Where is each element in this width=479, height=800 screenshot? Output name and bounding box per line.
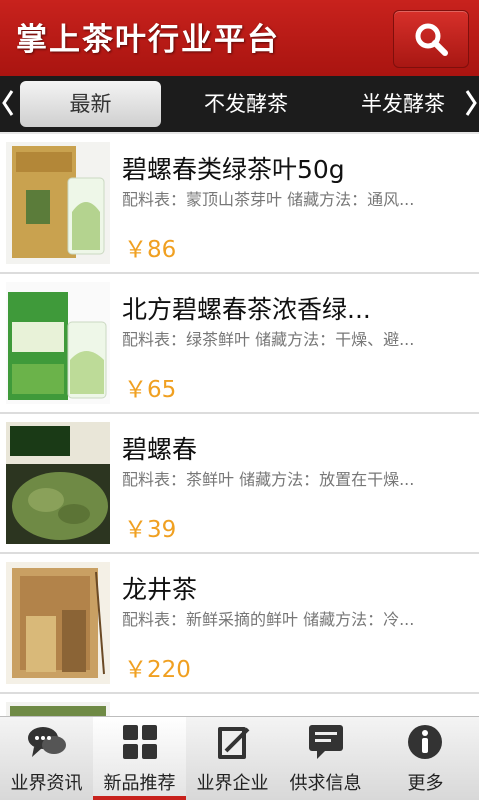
chevron-left-icon[interactable] — [0, 88, 16, 118]
product-image — [6, 562, 110, 684]
nav-industry-companies[interactable]: 业界企业 — [186, 717, 279, 800]
list-item[interactable] — [0, 694, 479, 716]
product-description: 配料表：茶鲜叶 储藏方法：放置在干燥... — [122, 470, 415, 489]
product-description: 配料表：蒙顶山茶芽叶 储藏方法：通风... — [122, 190, 415, 209]
search-button[interactable] — [393, 10, 469, 68]
category-tabs: 最新 不发酵茶 半发酵茶 — [0, 76, 479, 134]
edit-note-icon — [218, 727, 250, 759]
product-description: 配料表：新鲜采摘的鲜叶 储藏方法：冷... — [122, 610, 415, 629]
list-item[interactable]: 北方碧螺春茶浓香绿... 配料表：绿茶鲜叶 储藏方法：干燥、避... ￥65 — [0, 274, 479, 414]
chevron-right-icon[interactable] — [463, 88, 479, 118]
nav-label: 新品推荐 — [103, 773, 176, 794]
bottom-nav: 业界资讯 新品推荐 业界企业 供求信息 更多 — [0, 716, 479, 800]
product-image — [6, 142, 110, 264]
nav-more[interactable]: 更多 — [372, 717, 479, 800]
product-title: 龙井茶 — [122, 575, 198, 604]
list-item[interactable]: 碧螺春类绿茶叶50g 配料表：蒙顶山茶芽叶 储藏方法：通风... ￥86 — [0, 134, 479, 274]
search-icon — [415, 23, 448, 56]
info-icon — [408, 725, 442, 759]
list-item[interactable]: 碧螺春 配料表：茶鲜叶 储藏方法：放置在干燥... ￥39 — [0, 414, 479, 554]
nav-label: 更多 — [407, 773, 444, 794]
product-list: 碧螺春类绿茶叶50g 配料表：蒙顶山茶芽叶 储藏方法：通风... ￥86 北方碧… — [0, 134, 479, 716]
product-price: ￥39 — [124, 517, 177, 543]
list-item[interactable]: 龙井茶 配料表：新鲜采摘的鲜叶 储藏方法：冷... ￥220 — [0, 554, 479, 694]
nav-supply-demand[interactable]: 供求信息 — [279, 717, 372, 800]
nav-industry-news[interactable]: 业界资讯 — [0, 717, 93, 800]
product-image — [6, 422, 110, 544]
product-title: 碧螺春类绿茶叶50g — [122, 155, 345, 184]
nav-label: 供求信息 — [289, 773, 362, 794]
app-title: 掌上茶叶行业平台 — [16, 22, 280, 58]
product-image — [6, 282, 110, 404]
app-header: 掌上茶叶行业平台 — [0, 0, 479, 76]
chat-bubbles-icon — [28, 727, 66, 757]
tab-latest[interactable]: 最新 — [20, 81, 161, 127]
product-image — [6, 702, 110, 716]
message-board-icon — [309, 725, 343, 759]
product-price: ￥86 — [124, 237, 177, 263]
tab-semi-fermented-tea[interactable]: 半发酵茶 — [343, 81, 463, 127]
product-title: 北方碧螺春茶浓香绿... — [122, 295, 371, 324]
product-price: ￥220 — [124, 657, 191, 683]
nav-label: 业界企业 — [196, 773, 269, 794]
product-price: ￥65 — [124, 377, 177, 403]
tab-unfermented-tea[interactable]: 不发酵茶 — [186, 81, 306, 127]
product-title: 碧螺春 — [122, 435, 198, 464]
nav-label: 业界资讯 — [10, 773, 83, 794]
nav-new-products[interactable]: 新品推荐 — [93, 717, 186, 800]
grid-icon — [123, 725, 157, 759]
product-description: 配料表：绿茶鲜叶 储藏方法：干燥、避... — [122, 330, 415, 349]
